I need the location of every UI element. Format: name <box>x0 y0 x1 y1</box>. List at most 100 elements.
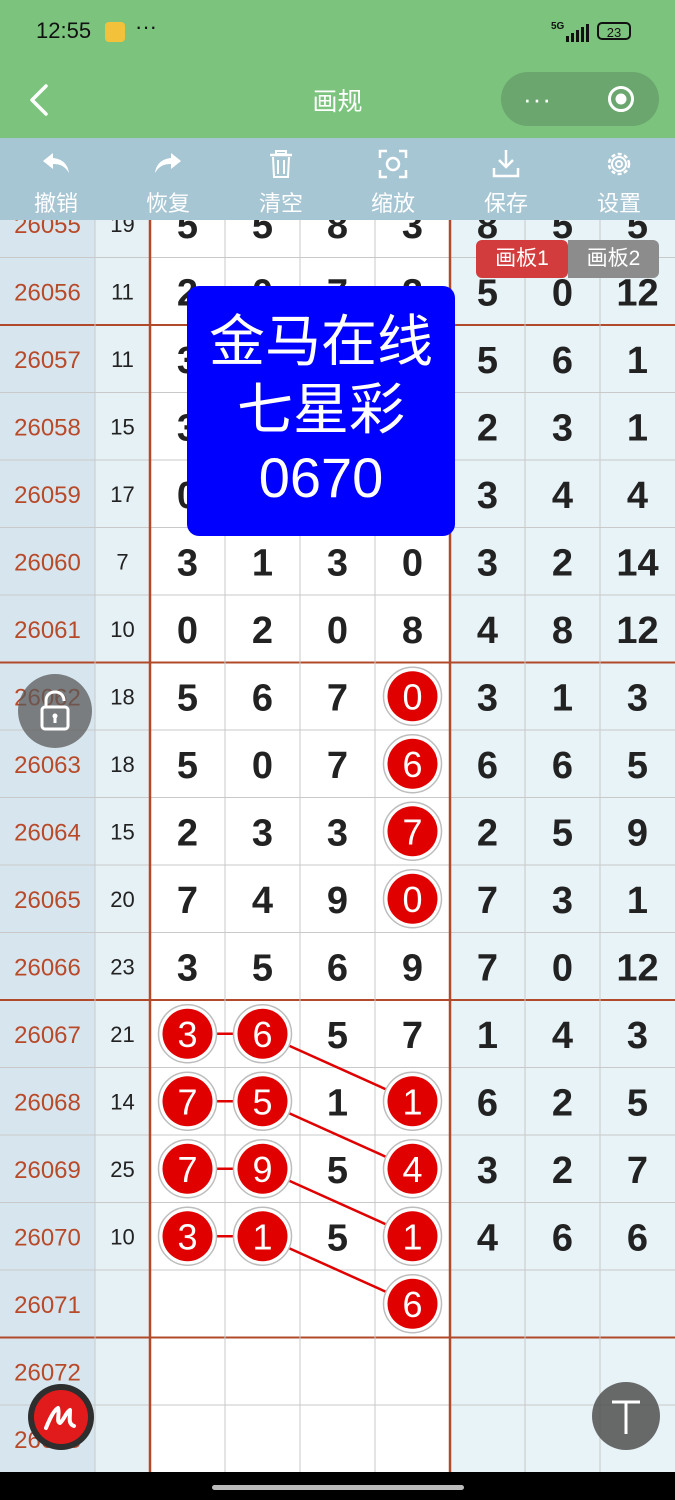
clear-label: 清空 <box>258 191 303 216</box>
circled-digit: 6 <box>402 744 422 785</box>
pen-tool-face <box>34 1390 88 1444</box>
digit-cell[interactable]: 3 <box>252 812 273 854</box>
digit-cell[interactable]: 5 <box>327 1150 348 1192</box>
digit-cell[interactable]: 5 <box>327 1015 348 1057</box>
sum-value: 7 <box>116 549 128 574</box>
issue-number: 26056 <box>14 279 81 306</box>
sum-value: 18 <box>110 684 134 709</box>
tab-board-1[interactable]: 画板1 <box>476 240 568 278</box>
extra-cell: 3 <box>552 407 573 449</box>
extra-cell: 2 <box>477 812 498 854</box>
extra-cell: 1 <box>552 677 573 719</box>
extra-cell: 8 <box>552 610 573 652</box>
digit-cell[interactable]: 6 <box>327 947 348 989</box>
digit-cell[interactable]: 5 <box>252 947 273 989</box>
digit-cell[interactable]: 3 <box>402 220 423 247</box>
digit-cell[interactable]: 7 <box>327 745 348 787</box>
zoom-icon <box>378 149 408 179</box>
network-type: 5G <box>551 21 565 32</box>
digit-cell[interactable]: 7 <box>177 880 198 922</box>
undo-label: 撤销 <box>33 191 78 216</box>
extra-cell: 5 <box>627 745 648 787</box>
digit-cell[interactable]: 5 <box>252 220 273 247</box>
sum-value: 17 <box>110 482 134 507</box>
sum-value: 10 <box>110 617 134 642</box>
digit-cell[interactable]: 5 <box>327 1217 348 1259</box>
tab-board-2[interactable]: 画板2 <box>568 240 659 278</box>
extra-cell: 6 <box>627 1217 648 1259</box>
circled-digit: 0 <box>402 879 422 920</box>
digit-cell[interactable]: 3 <box>177 947 198 989</box>
digit-cell[interactable]: 1 <box>327 1082 348 1124</box>
extra-cell: 3 <box>627 1015 648 1057</box>
digit-cell[interactable]: 5 <box>177 220 198 247</box>
save-button[interactable]: 保存 <box>450 138 562 220</box>
lock-button[interactable] <box>18 674 92 748</box>
sum-value: 18 <box>110 752 134 777</box>
extra-cell: 3 <box>552 880 573 922</box>
mini-program-capsule: ··· <box>501 72 659 126</box>
digit-cell[interactable]: 0 <box>177 610 198 652</box>
settings-button[interactable]: 设置 <box>563 138 675 220</box>
digit-cell[interactable]: 5 <box>177 677 198 719</box>
toolbar: 撤销 恢复 清空 缩放 保存 设置 <box>0 138 675 220</box>
redo-icon <box>155 153 181 173</box>
status-more-dots: ··· <box>135 14 157 39</box>
circled-digit: 1 <box>402 1081 422 1122</box>
extra-cell: 5 <box>552 812 573 854</box>
digit-cell[interactable]: 2 <box>177 812 198 854</box>
issue-number: 26066 <box>14 954 81 981</box>
extra-cell: 9 <box>627 812 648 854</box>
notification-app-icon <box>105 22 125 42</box>
extra-cell: 5 <box>477 340 498 382</box>
digit-cell[interactable]: 2 <box>252 610 273 652</box>
extra-cell: 12 <box>616 272 658 314</box>
extra-cell: 4 <box>552 1015 573 1057</box>
digit-cell[interactable]: 5 <box>177 745 198 787</box>
extra-cell: 6 <box>477 1082 498 1124</box>
digit-cell[interactable]: 7 <box>402 1015 423 1057</box>
digit-cell[interactable]: 9 <box>402 947 423 989</box>
digit-cell[interactable]: 3 <box>327 812 348 854</box>
digit-cell[interactable]: 8 <box>327 220 348 247</box>
digit-cell[interactable]: 7 <box>327 677 348 719</box>
issue-number: 26057 <box>14 347 81 374</box>
extra-cell: 3 <box>627 677 648 719</box>
undo-button[interactable]: 撤销 <box>0 138 112 220</box>
sum-value: 15 <box>110 819 134 844</box>
issue-number: 26059 <box>14 482 81 509</box>
circled-digit: 7 <box>402 811 422 852</box>
circled-digit: 1 <box>252 1216 272 1257</box>
issue-number: 26071 <box>14 1292 81 1319</box>
digit-cell[interactable]: 0 <box>327 610 348 652</box>
sum-value: 25 <box>110 1157 134 1182</box>
digit-cell[interactable]: 3 <box>177 542 198 584</box>
sum-value: 23 <box>110 954 134 979</box>
digit-cell[interactable]: 0 <box>252 745 273 787</box>
arrow-up-bar-icon <box>612 1400 640 1434</box>
digit-cell[interactable]: 9 <box>327 880 348 922</box>
issue-number: 26070 <box>14 1224 81 1251</box>
issue-number: 26064 <box>14 819 81 846</box>
digit-cell[interactable]: 1 <box>252 542 273 584</box>
back-to-top-button[interactable] <box>592 1382 660 1450</box>
extra-cell: 6 <box>552 1217 573 1259</box>
home-indicator[interactable] <box>212 1485 464 1490</box>
extra-cell: 7 <box>477 880 498 922</box>
pen-tool-button[interactable] <box>28 1384 94 1450</box>
more-menu-icon[interactable]: ··· <box>523 84 552 115</box>
circled-digit: 6 <box>252 1014 272 1055</box>
digit-cell[interactable]: 8 <box>402 610 423 652</box>
digit-cell[interactable]: 0 <box>402 542 423 584</box>
issue-number: 26055 <box>14 220 81 239</box>
digit-cell[interactable]: 3 <box>327 542 348 584</box>
redo-button[interactable]: 恢复 <box>112 138 224 220</box>
digit-cell[interactable]: 4 <box>252 880 273 922</box>
close-target-icon[interactable] <box>607 85 635 113</box>
zoom-button[interactable]: 缩放 <box>337 138 449 220</box>
banner-line-1: 金马在线 <box>209 310 433 373</box>
circled-digit: 1 <box>402 1216 422 1257</box>
pen-icon <box>44 1406 76 1430</box>
digit-cell[interactable]: 6 <box>252 677 273 719</box>
clear-button[interactable]: 清空 <box>225 138 337 220</box>
